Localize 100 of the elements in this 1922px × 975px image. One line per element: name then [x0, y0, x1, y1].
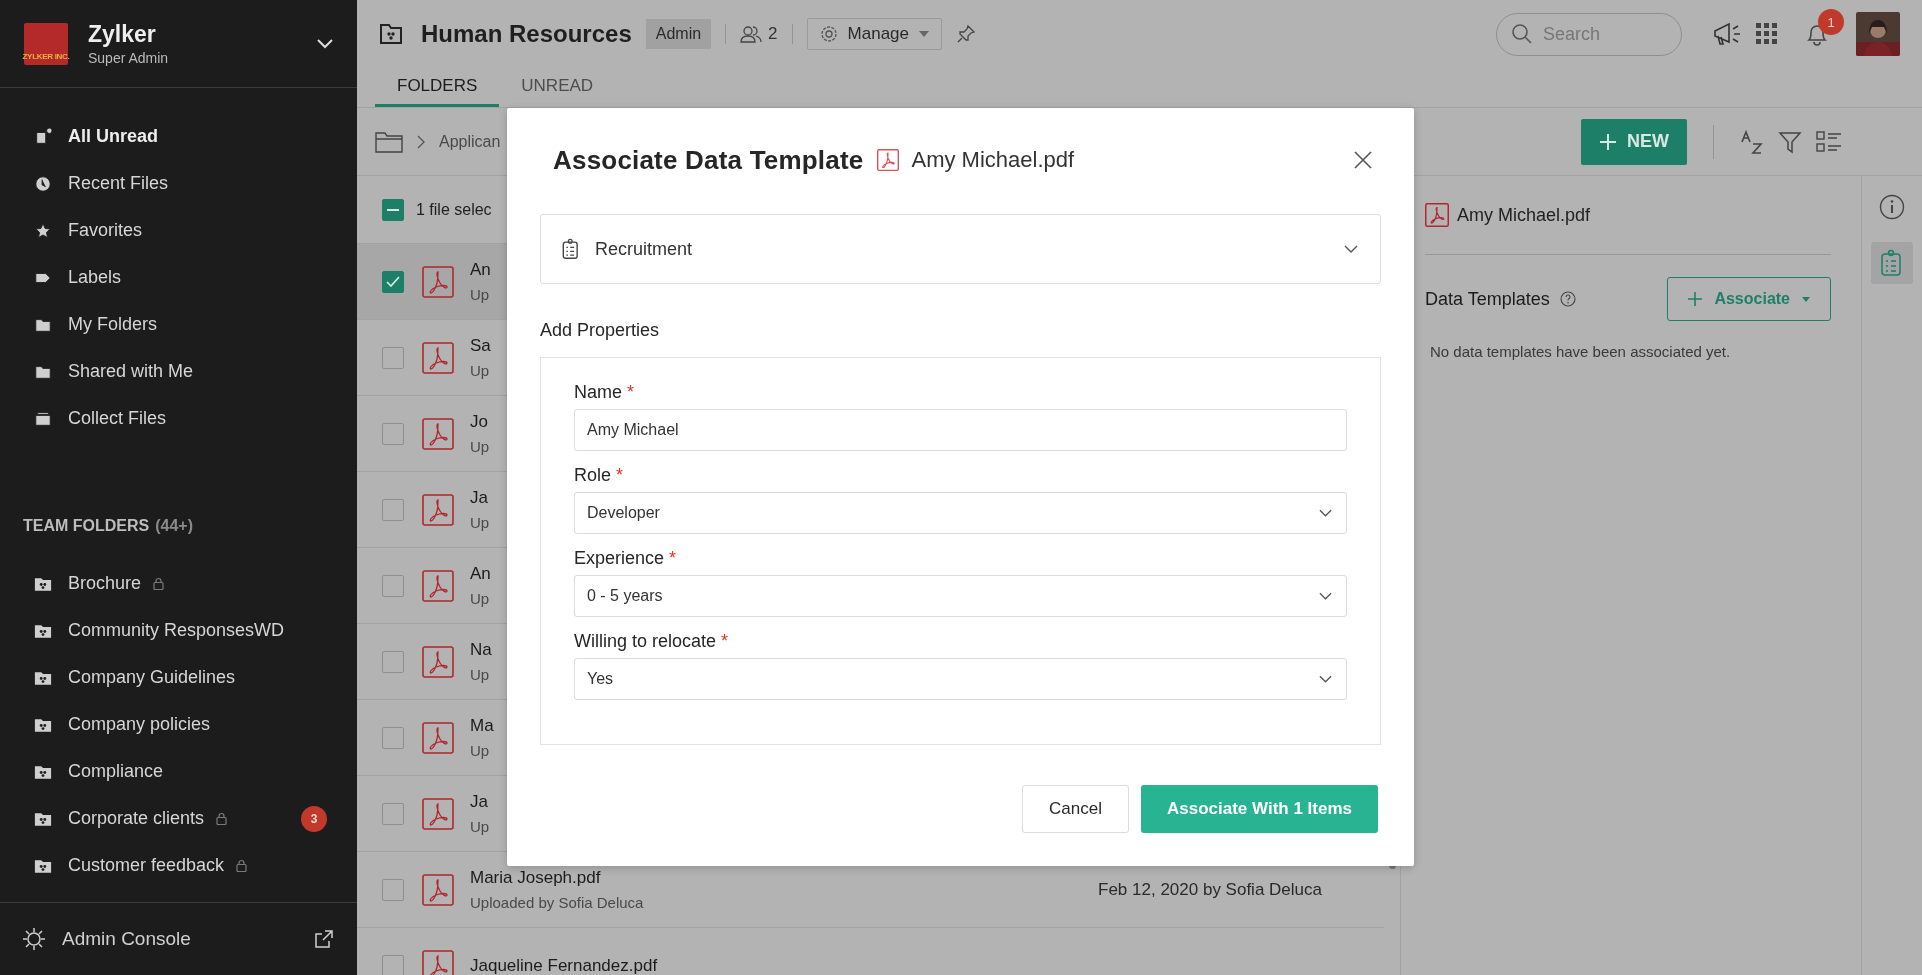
chevron-down-icon	[1319, 675, 1332, 683]
file-name[interactable]: Jo	[470, 412, 490, 432]
file-name[interactable]: Sa	[470, 336, 491, 356]
role-label: Admin	[645, 19, 712, 49]
team-folder-item[interactable]: Compliance	[0, 748, 357, 795]
row-checkbox[interactable]	[382, 726, 404, 749]
file-name[interactable]: An	[470, 564, 491, 584]
list-view-icon[interactable]	[1816, 129, 1842, 154]
members-icon[interactable]	[740, 25, 763, 43]
pdf-icon	[422, 265, 454, 298]
row-checkbox[interactable]	[382, 346, 404, 369]
caret-icon	[919, 31, 929, 37]
pdf-icon	[422, 569, 454, 602]
row-checkbox[interactable]	[382, 422, 404, 445]
pdf-icon	[422, 417, 454, 450]
apps-grid-icon[interactable]	[1756, 23, 1778, 45]
pin-icon[interactable]	[956, 24, 976, 44]
chevron-down-icon	[1344, 245, 1358, 253]
cancel-button[interactable]: Cancel	[1022, 785, 1129, 833]
external-link-icon[interactable]	[315, 930, 333, 948]
team-folder-item[interactable]: Corporate clients 3	[0, 795, 357, 842]
nav-item[interactable]: Shared with Me	[0, 348, 357, 395]
team-folder-item[interactable]: Customer feedback	[0, 842, 357, 889]
select-field[interactable]: Yes	[574, 658, 1347, 700]
file-uploader: Uploaded by Sofia Deluca	[470, 894, 644, 911]
row-checkbox[interactable]	[382, 574, 404, 597]
team-folder-icon	[34, 763, 52, 780]
pdf-icon	[422, 949, 454, 975]
search-field[interactable]: Search	[1541, 22, 1665, 46]
file-name[interactable]: Ja	[470, 488, 490, 508]
file-name[interactable]: Ma	[470, 716, 494, 736]
team-folder-item[interactable]: Community ResponsesWD	[0, 607, 357, 654]
file-uploader: Up	[470, 286, 491, 303]
help-icon[interactable]	[1559, 291, 1576, 307]
select-all-checkbox[interactable]	[382, 198, 404, 221]
file-name[interactable]: Na	[470, 640, 492, 660]
manage-button[interactable]: Manage	[806, 18, 942, 50]
team-folder-icon	[34, 716, 52, 733]
row-checkbox[interactable]	[382, 270, 404, 293]
tab[interactable]: UNREAD	[499, 68, 616, 107]
search-icon	[1511, 23, 1533, 45]
file-uploader: Up	[470, 590, 491, 607]
nav-item[interactable]: Collect Files	[0, 395, 357, 442]
select-field[interactable]: Developer	[574, 492, 1347, 534]
team-folder-icon	[34, 669, 52, 686]
row-checkbox[interactable]	[382, 802, 404, 825]
nav-item[interactable]: Favorites	[0, 207, 357, 254]
row-checkbox[interactable]	[382, 498, 404, 521]
caret-icon	[1802, 296, 1810, 302]
nav-item[interactable]: All Unread	[0, 113, 357, 160]
breadcrumb-item[interactable]: Applican	[439, 132, 501, 151]
sort-icon[interactable]	[1740, 129, 1764, 154]
team-folder-item[interactable]: Brochure	[0, 560, 357, 607]
required-mark: *	[669, 548, 677, 569]
filter-icon[interactable]	[1778, 129, 1802, 154]
file-name[interactable]: Maria Joseph.pdf	[470, 868, 644, 888]
new-button[interactable]: NEW	[1581, 118, 1687, 165]
chevron-down-icon	[1319, 592, 1332, 600]
team-folder-icon	[34, 857, 52, 874]
tab[interactable]: FOLDERS	[375, 68, 500, 107]
file-name: Amy Michael.pdf	[911, 147, 1075, 173]
required-mark: *	[627, 382, 635, 403]
field-label: Experience	[574, 548, 665, 569]
folder-icon[interactable]	[375, 130, 403, 153]
file-uploader: Up	[470, 666, 491, 683]
folder-count: (44+)	[155, 517, 193, 535]
nav-icon	[34, 127, 52, 146]
file-name[interactable]: Jaqueline Fernandez.pdf	[470, 955, 658, 975]
dialog-title: Associate Data Template	[553, 144, 864, 176]
team-folder-item[interactable]: Company policies	[0, 701, 357, 748]
plus-icon	[1599, 132, 1617, 151]
folder-title: Human Resources	[421, 20, 632, 48]
chevron-down-icon[interactable]	[317, 38, 333, 49]
row-checkbox[interactable]	[382, 650, 404, 673]
file-name[interactable]: Ja	[470, 792, 490, 812]
row-checkbox[interactable]	[382, 954, 404, 975]
file-uploader: Up	[470, 514, 490, 531]
file-name[interactable]: An	[470, 260, 491, 280]
field-label: Name	[574, 382, 622, 403]
team-folder-item[interactable]: Company Guidelines	[0, 654, 357, 701]
team-folder-icon	[34, 622, 52, 639]
section-title: TEAM FOLDERS	[23, 517, 150, 535]
admin-console-link[interactable]: Admin Console	[62, 928, 299, 950]
file-uploader: Up	[470, 818, 490, 835]
info-icon[interactable]	[1879, 194, 1905, 220]
select-field[interactable]: 0 - 5 years	[574, 575, 1347, 617]
nav-icon	[34, 409, 52, 428]
selection-count: 1 file selec	[416, 200, 492, 219]
megaphone-icon[interactable]	[1712, 21, 1742, 47]
nav-item[interactable]: Labels	[0, 254, 357, 301]
nav-item[interactable]: Recent Files	[0, 160, 357, 207]
row-checkbox[interactable]	[382, 878, 404, 901]
name-field[interactable]: Amy Michael	[574, 409, 1347, 451]
pdf-icon	[422, 645, 454, 678]
chevron-right-icon	[417, 134, 425, 149]
nav-item[interactable]: My Folders	[0, 301, 357, 348]
team-folder-icon	[379, 23, 403, 45]
field-label: Willing to relocate	[574, 631, 717, 652]
template-dropdown[interactable]: Recruitment	[540, 214, 1381, 284]
close-icon[interactable]	[1353, 150, 1373, 170]
